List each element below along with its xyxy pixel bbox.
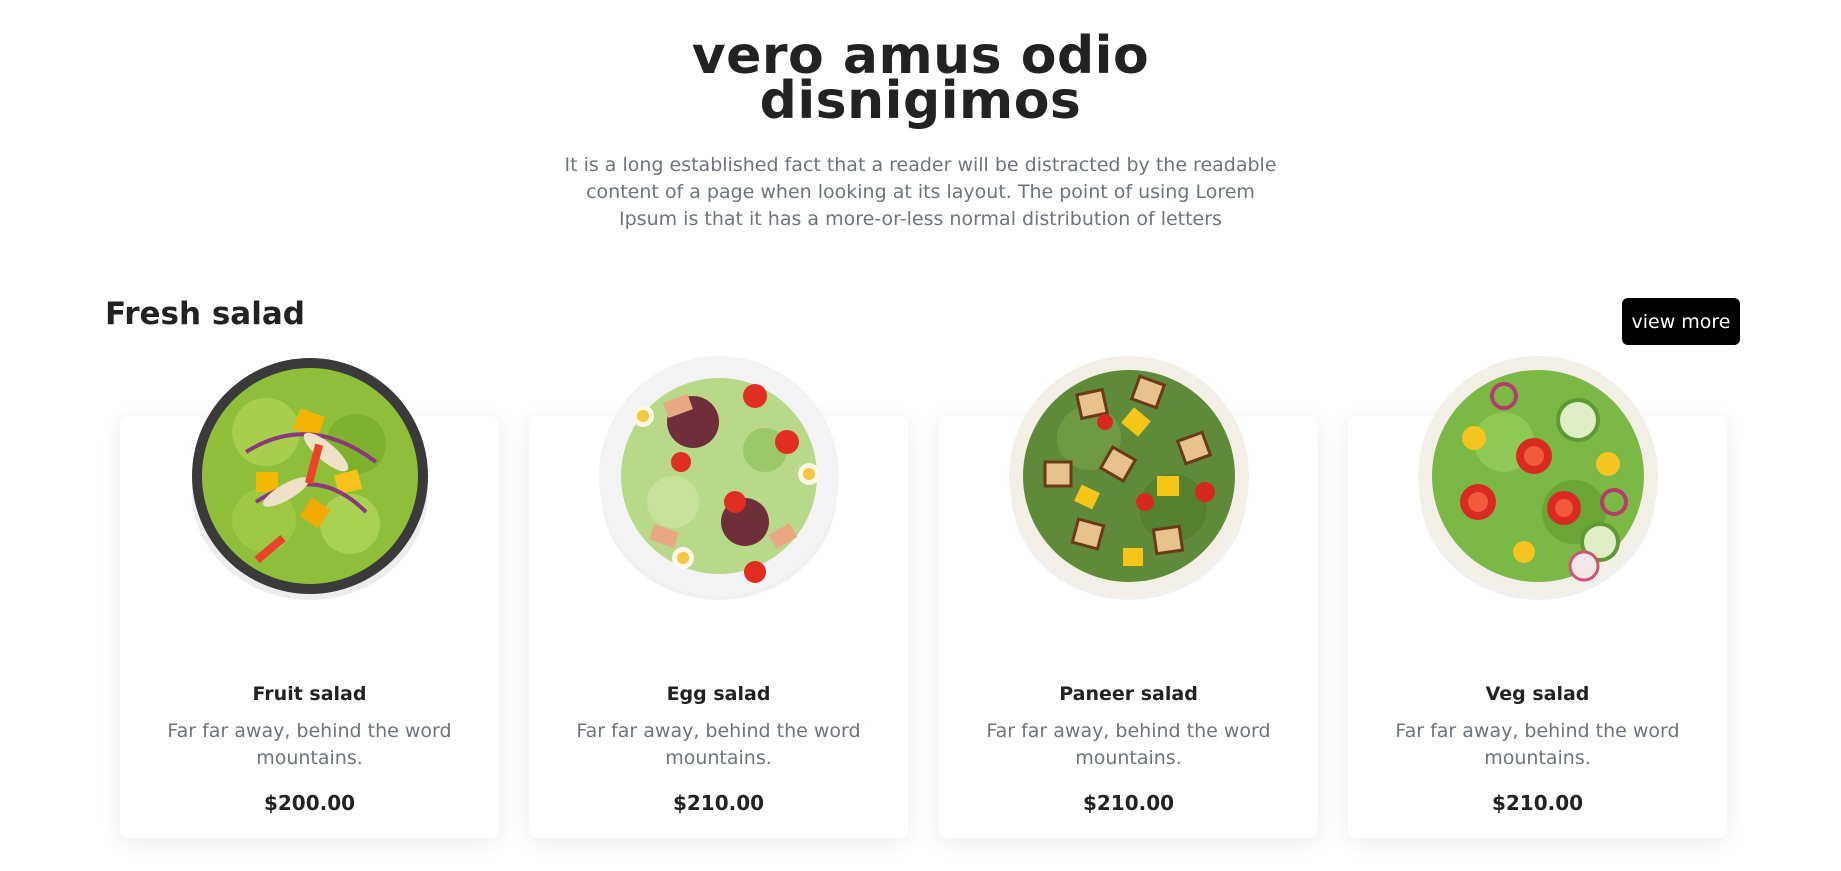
product-card-fruit-salad[interactable]: Fruit salad Far far away, behind the wor… — [120, 358, 499, 838]
product-price: $210.00 — [672, 791, 765, 815]
product-description: Far far away, behind the word mountains. — [167, 720, 452, 769]
product-card-paneer-salad[interactable]: Paneer salad Far far away, behind the wo… — [939, 356, 1318, 838]
product-price: $200.00 — [263, 791, 356, 815]
section-title: Fresh salad — [105, 296, 305, 332]
product-price: $210.00 — [1491, 791, 1584, 815]
product-card-egg-salad[interactable]: Egg salad Far far away, behind the word … — [529, 356, 908, 838]
product-description: Far far away, behind the word mountains. — [1395, 720, 1680, 769]
page-title-line-2: disnigimos — [759, 71, 1082, 131]
product-name: Fruit salad — [252, 683, 367, 705]
page-title: vero amus odio disnigimos — [0, 30, 1841, 131]
view-more-button[interactable]: view more — [1622, 298, 1740, 345]
fruit-salad-image — [191, 358, 428, 600]
veg-salad-image — [1417, 356, 1658, 600]
hero-description: It is a long established fact that a rea… — [564, 154, 1277, 230]
hero-section: vero amus odio disnigimos It is a long e… — [0, 30, 1841, 233]
product-price: $210.00 — [1082, 791, 1175, 815]
product-name: Paneer salad — [1059, 683, 1198, 705]
product-name: Egg salad — [666, 683, 771, 705]
paneer-salad-image — [1008, 356, 1249, 600]
egg-salad-image — [598, 356, 839, 600]
product-description: Far far away, behind the word mountains. — [986, 720, 1271, 769]
product-card-veg-salad[interactable]: Veg salad Far far away, behind the word … — [1348, 356, 1727, 838]
product-name: Veg salad — [1485, 683, 1590, 705]
product-description: Far far away, behind the word mountains. — [576, 720, 861, 769]
